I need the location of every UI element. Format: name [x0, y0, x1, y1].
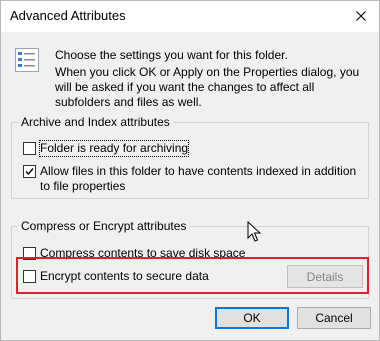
title-bar[interactable]: Advanced Attributes: [1, 1, 379, 32]
attributes-list-icon: [15, 48, 39, 72]
mouse-cursor-icon: [247, 221, 261, 242]
intro-heading: Choose the settings you want for this fo…: [55, 48, 288, 62]
checkmark-icon: [25, 168, 34, 176]
allow-indexing-option[interactable]: Allow files in this folder to have conte…: [23, 164, 363, 194]
close-button[interactable]: [349, 5, 373, 27]
compress-encrypt-legend: Compress or Encrypt attributes: [21, 219, 187, 233]
folder-archiving-option[interactable]: Folder is ready for archiving: [23, 140, 190, 157]
allow-indexing-checkbox[interactable]: [23, 165, 36, 178]
cancel-button[interactable]: Cancel: [297, 307, 371, 329]
close-icon: [356, 11, 366, 21]
advanced-attributes-dialog: Advanced Attributes Choose the settings …: [0, 0, 380, 341]
dialog-title: Advanced Attributes: [10, 8, 126, 23]
intro-description: When you click OK or Apply on the Proper…: [55, 65, 360, 109]
archive-index-legend: Archive and Index attributes: [21, 115, 170, 129]
encrypt-highlight-box: [16, 257, 369, 294]
folder-archiving-label: Folder is ready for archiving: [38, 140, 190, 157]
folder-archiving-checkbox[interactable]: [23, 142, 36, 155]
allow-indexing-label: Allow files in this folder to have conte…: [40, 164, 357, 193]
ok-button[interactable]: OK: [215, 307, 289, 329]
